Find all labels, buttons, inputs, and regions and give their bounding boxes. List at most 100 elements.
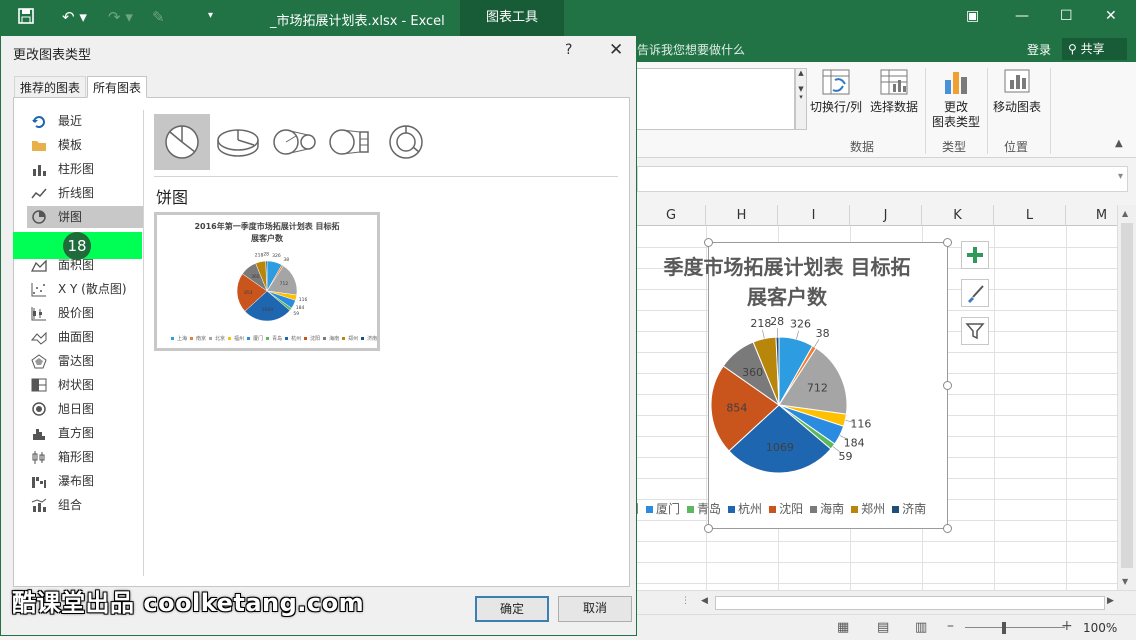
page-break-view-icon[interactable]: ▥	[915, 620, 927, 635]
resize-handle[interactable]	[704, 238, 713, 247]
subtype-heading: 饼图	[156, 188, 189, 207]
collapse-ribbon-icon[interactable]: ▲	[1115, 138, 1123, 149]
document-title: _市场拓展计划表.xlsx - Excel	[270, 14, 445, 29]
column-header[interactable]: M	[1066, 205, 1117, 226]
tab-recommended-charts[interactable]: 推荐的图表	[14, 76, 87, 98]
chart-type-item[interactable]: 股价图	[14, 302, 144, 324]
vertical-scrollbar[interactable]: ▲ ▼	[1117, 205, 1136, 590]
chart-type-item[interactable]: 柱形图	[14, 158, 144, 180]
column-header[interactable]: G	[637, 205, 706, 226]
chart-type-item[interactable]: 雷达图	[14, 350, 144, 372]
chart-filters-button[interactable]	[961, 317, 989, 345]
change-chart-type-button[interactable]: 更改 图表类型	[929, 68, 983, 130]
maximize-icon[interactable]: ☐	[1060, 8, 1073, 24]
zoom-level[interactable]: 100%	[1083, 621, 1117, 635]
chart-type-item[interactable]: 饼图	[27, 206, 143, 228]
zoom-slider-knob[interactable]	[1002, 622, 1006, 634]
normal-view-icon[interactable]: ▦	[837, 620, 849, 635]
column-header[interactable]: I	[778, 205, 850, 226]
chart-type-item[interactable]: 模板	[14, 134, 144, 156]
chart-type-item[interactable]: 树状图	[14, 374, 144, 396]
change-chart-type-dialog: 更改图表类型 ? ✕ 推荐的图表 所有图表 最近模板柱形图折线图饼图条形图面积图…	[0, 36, 637, 636]
redo-icon[interactable]: ↷ ▾	[108, 8, 133, 26]
move-chart-button[interactable]: 移动图表	[991, 68, 1043, 115]
subtype-pie[interactable]	[154, 114, 210, 170]
formula-bar[interactable]: ▾	[637, 166, 1128, 192]
help-button[interactable]: ?	[565, 42, 572, 58]
scroll-up-icon[interactable]: ▲	[1122, 209, 1128, 218]
chart-type-item[interactable]: X Y (散点图)	[14, 278, 144, 300]
switch-row-column-button[interactable]: 切换行/列	[809, 68, 863, 115]
pie-plot-area[interactable]: 326 38 712 116 18459 1069 854 360 21828	[637, 242, 948, 492]
login-link[interactable]: 登录	[1027, 41, 1051, 58]
tab-split-icon[interactable]: ⋮	[681, 596, 690, 606]
tell-me-box[interactable]: 告诉我您想要做什么	[637, 41, 745, 58]
resize-handle[interactable]	[943, 238, 952, 247]
data-label: 116	[299, 297, 308, 303]
scroll-thumb[interactable]	[1121, 223, 1133, 568]
line-chart-icon	[31, 186, 47, 200]
subtype-3d-pie[interactable]	[210, 114, 266, 170]
scroll-left-icon[interactable]: ◀	[701, 596, 708, 606]
chart-tools-context-tab[interactable]: 图表工具	[460, 0, 564, 36]
scroll-down-icon[interactable]: ▼	[1122, 577, 1128, 586]
column-header[interactable]: L	[994, 205, 1066, 226]
chart-type-label: 股价图	[58, 306, 95, 320]
legend-label: 南京	[196, 336, 207, 342]
chart-elements-button[interactable]	[961, 241, 989, 269]
grid-line	[637, 541, 1117, 542]
share-button[interactable]: ⚲ 共享	[1062, 38, 1127, 60]
dialog-close-button[interactable]: ✕	[609, 40, 623, 60]
ok-button[interactable]: 确定	[475, 596, 549, 622]
zoom-in-icon[interactable]: +	[1061, 618, 1073, 634]
close-window-icon[interactable]: ✕	[1105, 8, 1117, 24]
page-layout-view-icon[interactable]: ▤	[877, 620, 889, 635]
data-label: 184	[844, 436, 865, 449]
legend-swatch	[810, 506, 818, 513]
switch-row-column-icon	[822, 69, 850, 95]
chart-type-item[interactable]: 旭日图	[14, 398, 144, 420]
chart-type-item[interactable]: 折线图	[14, 182, 144, 204]
legend-label: 杭州	[738, 502, 763, 516]
chart-type-item[interactable]: 箱形图	[14, 446, 144, 468]
subtype-pie-of-pie[interactable]	[266, 114, 322, 170]
zoom-out-icon[interactable]: –	[947, 618, 954, 634]
select-data-button[interactable]: 选择数据	[867, 68, 921, 115]
ribbon-display-options-icon[interactable]: ▣	[966, 8, 979, 24]
subtype-bar-of-pie[interactable]	[322, 114, 378, 170]
chart-type-item[interactable]: 瀑布图	[14, 470, 144, 492]
group-divider	[987, 68, 988, 154]
save-icon[interactable]	[18, 8, 34, 28]
legend-label: 济南	[367, 336, 378, 342]
undo-icon[interactable]: ↶ ▾	[62, 8, 87, 26]
column-header[interactable]: J	[850, 205, 922, 226]
chart-legend[interactable]: 州 厦门 青岛 杭州 沈阳 海南 郑州 济南	[637, 500, 947, 517]
chart-type-item[interactable]: 曲面图	[14, 326, 144, 348]
scroll-right-icon[interactable]: ▶	[1107, 596, 1114, 606]
chart-type-item[interactable]: 组合	[14, 494, 144, 516]
horizontal-scrollbar[interactable]	[715, 596, 1105, 610]
column-header[interactable]: K	[922, 205, 994, 226]
zoom-slider[interactable]	[965, 627, 1065, 628]
preview-pie: 32638 712 116 18459 1069 854 360 218 28	[236, 252, 308, 322]
data-label: 712	[807, 381, 828, 394]
data-label: 854	[244, 290, 253, 296]
customize-qat-icon[interactable]: ▾	[208, 10, 213, 21]
chart-styles-button[interactable]	[961, 279, 989, 307]
expand-formula-bar-icon[interactable]: ▾	[1118, 171, 1123, 182]
column-header[interactable]: H	[706, 205, 778, 226]
chart-preview[interactable]: 2016年第一季度市场拓展计划表 目标拓 展客户数 326 38 712 116 184…	[154, 212, 380, 351]
chart-type-item[interactable]: 最近	[14, 110, 144, 132]
gallery-scroll[interactable]: ▲ ▼ ▾	[795, 68, 807, 130]
chart-style-gallery[interactable]	[637, 68, 795, 130]
chart-type-label: 箱形图	[58, 450, 95, 464]
resize-handle[interactable]	[943, 381, 952, 390]
minimize-icon[interactable]: —	[1015, 8, 1029, 24]
resize-handle[interactable]	[943, 524, 952, 533]
resize-handle[interactable]	[704, 524, 713, 533]
cancel-button[interactable]: 取消	[558, 596, 632, 622]
chart-type-item[interactable]: 直方图	[14, 422, 144, 444]
subtype-doughnut[interactable]	[378, 114, 434, 170]
tab-all-charts[interactable]: 所有图表	[87, 76, 148, 98]
format-painter-icon[interactable]: ✎	[152, 8, 165, 26]
